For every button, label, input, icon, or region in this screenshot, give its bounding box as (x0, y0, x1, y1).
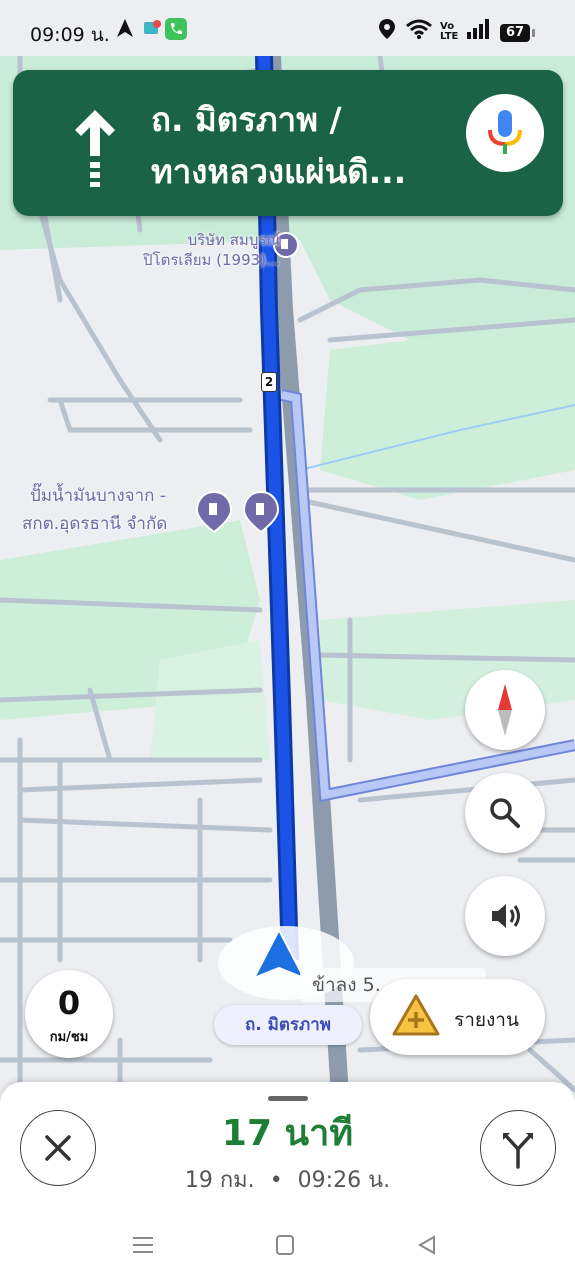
banner-street-line2: ทางหลวงแผ่นดิ... (151, 152, 407, 191)
location-icon (378, 18, 396, 45)
poi-gas-station-2-label-line2[interactable]: สกต.อุดรธานี จำกัด (22, 514, 167, 534)
voice-search-button[interactable] (466, 94, 544, 172)
report-label: รายงาน (454, 1009, 519, 1031)
navigation-banner[interactable]: ถ. มิตรภาพ / ทางหลวงแผ่นดิ... (13, 70, 563, 216)
straight-arrow-icon (75, 110, 115, 187)
trip-distance: 19 กม. (184, 1168, 255, 1193)
volte-icon: Vo LTE (440, 21, 459, 42)
search-icon (490, 798, 520, 828)
report-incident-icon (392, 994, 440, 1036)
signal-icon (466, 18, 492, 45)
mic-icon (488, 110, 522, 154)
poi-gas-station-1-label[interactable]: บริษัท สมบูรณ์ ปิโตรเลียม (1993)... (143, 230, 280, 270)
sheet-drag-handle[interactable] (268, 1096, 308, 1101)
back-nav-icon[interactable] (412, 1232, 442, 1258)
sound-button[interactable] (465, 876, 545, 956)
status-bar: 09:09 น. Vo LTE 67 (0, 0, 575, 64)
home-nav-icon[interactable] (270, 1232, 300, 1258)
speed-unit: กม/ชม (49, 1030, 89, 1045)
current-location-arrow-icon (252, 928, 306, 980)
navigation-arrow-icon (116, 18, 134, 43)
trip-arrival-time: 09:26 น. (297, 1168, 391, 1193)
road-shield: 2 (261, 372, 277, 392)
speaker-icon (492, 904, 520, 928)
eta-minutes: 17 (221, 1113, 272, 1154)
route-fork-icon (503, 1133, 533, 1169)
phone-icon (165, 18, 187, 45)
eta-unit: นาที (284, 1113, 354, 1154)
current-street-chip: ถ. มิตรภาพ (214, 1005, 362, 1045)
speedometer: 0 กม/ชม (25, 970, 113, 1058)
status-time: 09:09 น. (30, 24, 110, 46)
speed-value: 0 (57, 984, 81, 1022)
report-button[interactable]: รายงาน (370, 979, 545, 1055)
banner-street-line1: ถ. มิตรภาพ / (151, 100, 342, 139)
compass-icon (498, 684, 512, 736)
alternate-routes-button[interactable] (480, 1110, 556, 1186)
compass-button[interactable] (465, 670, 545, 750)
app-icon (142, 18, 162, 43)
search-button[interactable] (465, 773, 545, 853)
wifi-icon (405, 18, 433, 45)
battery-icon: 67 (500, 24, 535, 42)
trip-separator: • (269, 1168, 283, 1193)
poi-gas-station-2-label-line1[interactable]: ปั๊มน้ำมันบางจาก - (30, 486, 166, 506)
recents-nav-icon[interactable] (128, 1232, 158, 1258)
banner-street-name: ถ. มิตรภาพ / ทางหลวงแผ่นดิ... (151, 94, 481, 198)
